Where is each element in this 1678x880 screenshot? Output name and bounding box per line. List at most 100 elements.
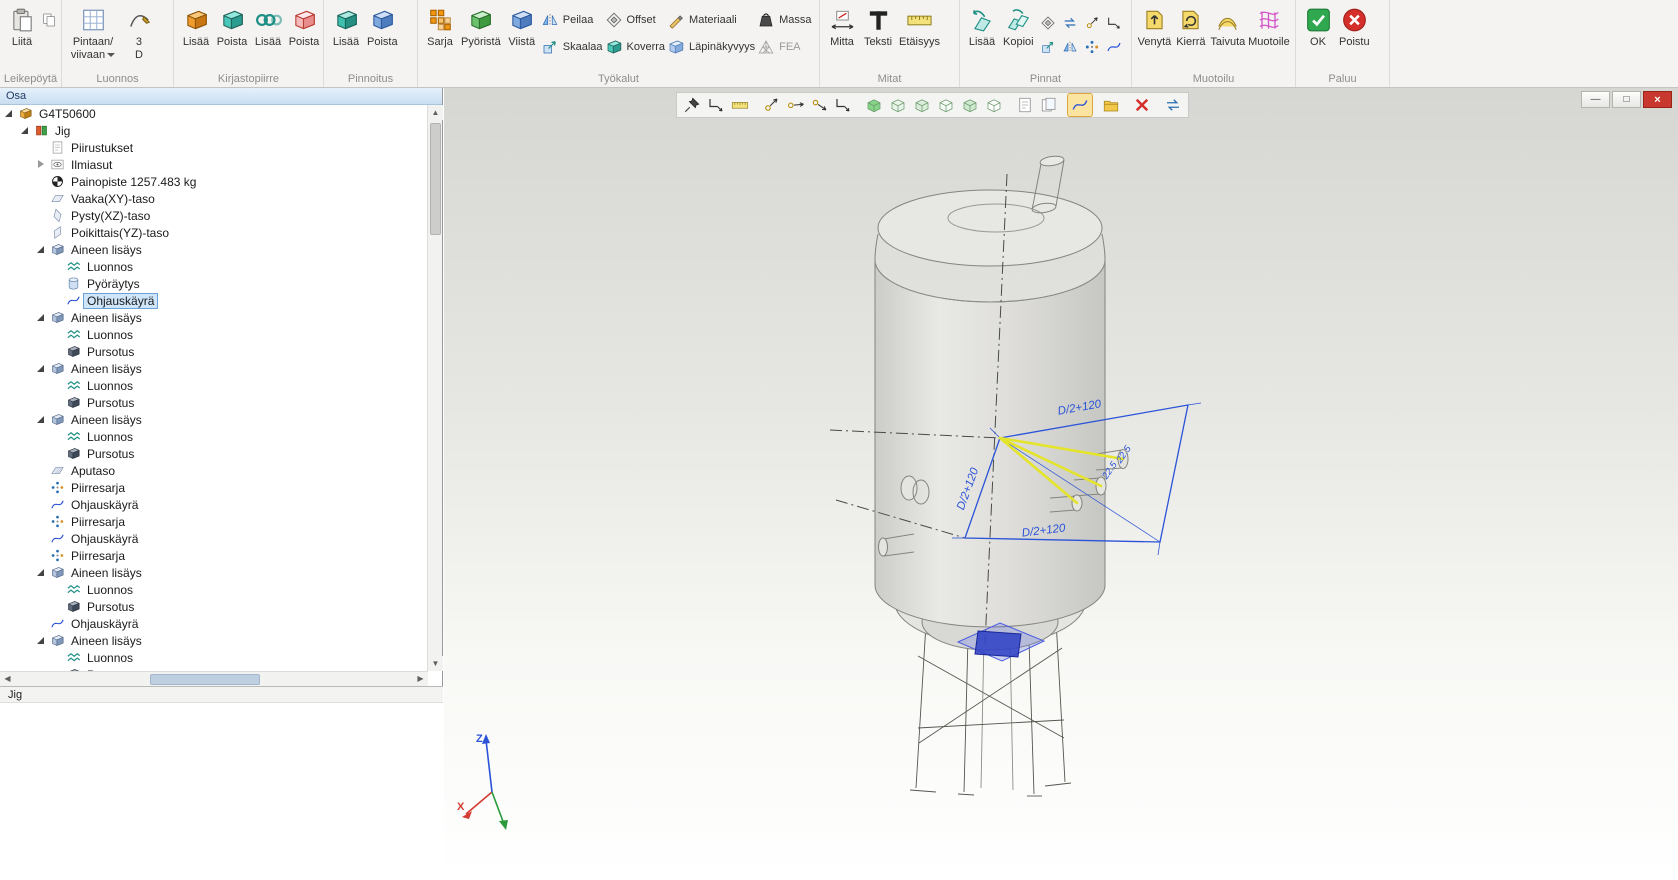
scale-tool-button[interactable] xyxy=(1038,36,1058,58)
teksti-button[interactable]: Teksti xyxy=(861,4,895,51)
scroll-up-icon[interactable]: ▲ xyxy=(428,105,443,120)
snap-tool-button[interactable] xyxy=(1082,12,1102,34)
mirror-tool-button[interactable] xyxy=(1060,36,1080,58)
tree-expander-icon[interactable] xyxy=(36,363,47,374)
snap-angle-icon[interactable] xyxy=(783,94,807,116)
tree-expander-icon[interactable] xyxy=(4,108,15,119)
sketch-plane-icon[interactable] xyxy=(1068,94,1092,116)
materiaali-button[interactable]: Materiaali xyxy=(667,11,755,29)
swap-tool-button[interactable] xyxy=(1060,12,1080,34)
tree-expander-icon[interactable] xyxy=(36,244,47,255)
tree-item-guide-curve[interactable]: Ohjauskäyrä xyxy=(0,496,428,513)
tree-item-sketch[interactable]: Luonnos xyxy=(0,258,428,275)
tree-vertical-scrollbar[interactable]: ▲ ▼ xyxy=(427,105,442,671)
tank-top-head[interactable] xyxy=(878,190,1102,266)
tree-expander-icon[interactable] xyxy=(36,159,47,170)
tree-expander-icon[interactable] xyxy=(36,414,47,425)
sheet-stack-icon[interactable] xyxy=(1037,94,1061,116)
viista-button[interactable]: Viistä xyxy=(505,4,539,51)
mitta-button[interactable]: Mitta xyxy=(825,4,859,51)
pin-icon[interactable] xyxy=(680,94,704,116)
scroll-left-icon[interactable]: ◀ xyxy=(0,672,15,686)
tree-expander-icon[interactable] xyxy=(36,567,47,578)
library-add-rings-button[interactable]: Lisää xyxy=(251,4,285,51)
tree-item-sketch[interactable]: Luonnos xyxy=(0,326,428,343)
fea-button[interactable]: FEA xyxy=(757,38,811,56)
tree-item-extrude[interactable]: Pursotus xyxy=(0,394,428,411)
tree-item-drawings[interactable]: Piirustukset xyxy=(0,139,428,156)
pick-corner-icon[interactable] xyxy=(831,94,855,116)
tree-item-guide-curve[interactable]: Ohjauskäyrä xyxy=(0,292,428,309)
view-top-icon[interactable] xyxy=(886,94,910,116)
tree-horizontal-scrollbar[interactable]: ◀ ▶ xyxy=(0,671,428,686)
library-add-button[interactable]: Lisää xyxy=(179,4,213,51)
tree-item-feature-series[interactable]: Piirresarja xyxy=(0,479,428,496)
tree-item-feature-series[interactable]: Piirresarja xyxy=(0,547,428,564)
massa-button[interactable]: Massa xyxy=(757,11,811,29)
scrollbar-thumb[interactable] xyxy=(430,123,441,235)
3d-model-scene[interactable]: D/2+120 D/2+120 D/2+120 22.5 22.5 xyxy=(444,88,1678,880)
3d-sketch-button[interactable]: 3 D xyxy=(121,4,157,63)
tree-item-material-add[interactable]: Aineen lisäys xyxy=(0,411,428,428)
tree-expander-icon[interactable] xyxy=(20,125,31,136)
swap-view-icon[interactable] xyxy=(1161,94,1185,116)
pick-tool-button[interactable] xyxy=(1104,12,1124,34)
feature-tree[interactable]: G4T50600JigPiirustuksetIlmiasutPainopist… xyxy=(0,105,428,671)
scrollbar-thumb[interactable] xyxy=(150,674,260,685)
tree-item-mass[interactable]: Painopiste 1257.483 kg xyxy=(0,173,428,190)
ruler-icon[interactable] xyxy=(728,94,752,116)
tree-item-material-add[interactable]: Aineen lisäys xyxy=(0,241,428,258)
delete-icon[interactable] xyxy=(1130,94,1154,116)
tree-expander-icon[interactable] xyxy=(36,312,47,323)
tree-item-sketch[interactable]: Luonnos xyxy=(0,428,428,445)
taivuta-button[interactable]: Taivuta xyxy=(1210,4,1246,51)
muotoile-button[interactable]: Muotoile xyxy=(1248,4,1290,51)
tank-shell[interactable] xyxy=(875,260,1105,627)
poistu-button[interactable]: Poistu xyxy=(1337,4,1372,51)
skaalaa-button[interactable]: Skaalaa xyxy=(541,38,603,56)
etaisyys-button[interactable]: Etäisyys xyxy=(897,4,942,51)
sheet-icon[interactable] xyxy=(1013,94,1037,116)
tree-item-material-add[interactable]: Aineen lisäys xyxy=(0,309,428,326)
tree-item-revolve[interactable]: Pyöräytys xyxy=(0,275,428,292)
coating-remove-button[interactable]: Poista xyxy=(365,4,400,51)
ok-button[interactable]: OK xyxy=(1301,4,1335,51)
koverra-button[interactable]: Koverra xyxy=(605,38,666,56)
tree-item-sketch[interactable]: Luonnos xyxy=(0,581,428,598)
view-front-icon[interactable] xyxy=(910,94,934,116)
venyta-button[interactable]: Venytä xyxy=(1137,4,1172,51)
offset-button[interactable]: Offset xyxy=(605,11,666,29)
tree-item-extrude[interactable]: Pursotus xyxy=(0,445,428,462)
3d-viewport[interactable]: D/2+120 D/2+120 D/2+120 22.5 22.5 — □ × … xyxy=(444,88,1678,880)
tree-item-extrude[interactable]: Pursotus xyxy=(0,343,428,360)
tree-item-sketch[interactable]: Luonnos xyxy=(0,377,428,394)
coating-add-button[interactable]: Lisää xyxy=(329,4,363,51)
diamond-tool-button[interactable] xyxy=(1038,12,1058,34)
tree-item-plane-yz[interactable]: Poikittais(YZ)-taso xyxy=(0,224,428,241)
tree-item-material-add[interactable]: Aineen lisäys xyxy=(0,360,428,377)
tree-item-sketch[interactable]: Luonnos xyxy=(0,649,428,666)
tree-item-material-add[interactable]: Aineen lisäys xyxy=(0,564,428,581)
view-wire-icon[interactable] xyxy=(982,94,1006,116)
tree-item-guide-curve[interactable]: Ohjauskäyrä xyxy=(0,615,428,632)
maximize-button[interactable]: □ xyxy=(1612,91,1641,108)
tree-item-jig[interactable]: Jig xyxy=(0,122,428,139)
peilaa-button[interactable]: Peilaa xyxy=(541,11,603,29)
pattern-tool-button[interactable] xyxy=(1082,36,1102,58)
library-remove-button[interactable]: Poista xyxy=(215,4,249,51)
solid-box-icon[interactable] xyxy=(862,94,886,116)
tree-item-guide-curve[interactable]: Ohjauskäyrä xyxy=(0,530,428,547)
pintaan-viivaan-button[interactable]: Pintaan/ viivaan xyxy=(67,4,119,63)
liita-button[interactable]: Liitä xyxy=(5,4,39,51)
tree-item-feature-series[interactable]: Piirresarja xyxy=(0,513,428,530)
lapinakyvyys-button[interactable]: Läpinäkyvyys xyxy=(667,38,755,56)
library-folder-icon[interactable] xyxy=(1099,94,1123,116)
pinnat-lisaa-button[interactable]: Lisää xyxy=(965,4,999,51)
tree-item-aux-plane[interactable]: Aputaso xyxy=(0,462,428,479)
view-iso-icon[interactable] xyxy=(958,94,982,116)
scroll-down-icon[interactable]: ▼ xyxy=(428,656,443,671)
snap-center-icon[interactable] xyxy=(759,94,783,116)
kierra-button[interactable]: Kierrä xyxy=(1174,4,1208,51)
insert-point-icon[interactable] xyxy=(704,94,728,116)
library-remove-outline-button[interactable]: Poista xyxy=(287,4,321,51)
